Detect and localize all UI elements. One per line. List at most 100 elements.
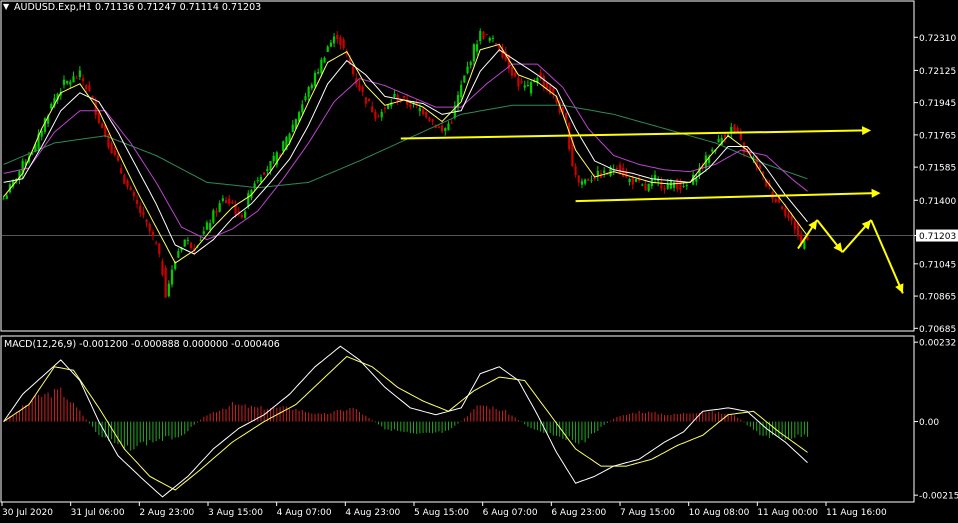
candle-body <box>304 96 307 101</box>
candle-body <box>517 77 520 87</box>
candle-body <box>135 200 139 205</box>
price-tick-label: 0.71045 <box>919 260 956 270</box>
price-tick-label: 0.70685 <box>919 325 956 335</box>
candle-body <box>790 216 793 221</box>
candle-body <box>774 199 777 203</box>
candle-body <box>590 180 593 182</box>
price-tick-label: 0.71765 <box>919 131 956 141</box>
arrow-head <box>808 220 818 230</box>
candle-body <box>466 66 469 74</box>
candle-body <box>593 177 596 180</box>
candle-body <box>672 182 676 188</box>
candle-body <box>339 37 342 46</box>
macd-tick-label: 0.00232 <box>919 339 956 349</box>
candle-body <box>66 80 69 84</box>
trading-chart: 0.72310 0.72125 0.71945 0.71765 0.71585 0.714… <box>0 0 958 519</box>
candle-body <box>383 107 387 109</box>
candle-body <box>81 78 85 82</box>
arrow-head <box>871 188 881 198</box>
candle-body <box>88 85 91 92</box>
candle-body <box>317 71 320 74</box>
candle-body <box>796 223 800 237</box>
candle-body <box>218 203 221 212</box>
candle-body <box>529 82 533 94</box>
candle-body <box>139 205 142 213</box>
candle-body <box>358 84 361 91</box>
candle-body <box>520 81 523 84</box>
candle-body <box>224 199 228 203</box>
current-price-label: 0.71203 <box>919 232 956 242</box>
candle-body <box>485 33 488 35</box>
candle-body <box>479 30 482 42</box>
candle-body <box>342 39 345 49</box>
forecast-segment <box>870 219 904 294</box>
candle-body <box>444 128 447 132</box>
candle-body <box>256 180 259 182</box>
candle-body <box>460 84 463 98</box>
candle-body <box>695 178 698 182</box>
candle-body <box>587 178 590 181</box>
time-tick-label: 6 Aug 23:00 <box>551 508 606 518</box>
candle-body <box>263 172 266 175</box>
candle-body <box>663 187 666 190</box>
candle-body <box>628 178 631 183</box>
candle-body <box>40 130 43 137</box>
candle-body <box>215 210 218 213</box>
candle-body <box>167 283 170 297</box>
candle-body <box>615 168 618 170</box>
candle-body <box>212 210 215 223</box>
time-tick-label: 4 Aug 23:00 <box>345 508 400 518</box>
candle-body <box>2 198 5 200</box>
candle-body <box>447 123 450 131</box>
candle-body <box>186 239 190 241</box>
candle-body <box>367 98 371 102</box>
candle-body <box>158 243 161 255</box>
candle-body <box>161 261 164 275</box>
chart-title: AUDUSD.Exp,H1 0.71136 0.71247 0.71114 0.… <box>14 2 262 13</box>
time-tick-label: 7 Aug 15:00 <box>620 508 675 518</box>
candle-body <box>393 93 396 97</box>
candle-body <box>364 97 367 104</box>
price-tick-label: 0.72125 <box>919 67 956 77</box>
symbol-dropdown-icon[interactable]: ▼ <box>3 2 9 11</box>
time-tick-label: 30 Jul 2020 <box>2 508 53 518</box>
candle-body <box>622 167 625 177</box>
candle-body <box>793 221 796 230</box>
candle-body <box>199 239 202 241</box>
candle-body <box>682 185 685 187</box>
candle-body <box>631 177 634 185</box>
price-tick-label: 0.72310 <box>919 34 956 44</box>
candle-body <box>310 84 313 89</box>
candle-body <box>78 70 81 78</box>
time-tick-label: 5 Aug 15:00 <box>414 508 469 518</box>
candle-body <box>282 141 285 152</box>
candle-body <box>514 72 517 77</box>
candle-body <box>371 106 374 113</box>
candle-body <box>5 195 8 199</box>
candle-body <box>221 198 224 201</box>
candle-body <box>475 44 479 52</box>
candle-body <box>781 206 784 209</box>
price-tick-label: 0.71945 <box>919 99 956 109</box>
candle-body <box>151 231 155 236</box>
price-tick-label: 0.70865 <box>919 293 956 303</box>
time-tick-label: 31 Jul 06:00 <box>71 508 125 518</box>
candle-body <box>129 187 132 191</box>
candle-body <box>183 239 186 247</box>
time-tick-label: 10 Aug 08:00 <box>689 508 750 518</box>
candle-body <box>428 117 431 121</box>
candle-body <box>202 231 205 234</box>
macd-panel-frame <box>0 335 915 503</box>
candle-body <box>469 61 472 66</box>
candle-body <box>396 94 399 102</box>
candle-body <box>123 175 126 184</box>
candle-body <box>113 150 116 155</box>
candle-body <box>523 85 526 88</box>
candle-body <box>148 223 151 232</box>
macd-tick-label: -0.00215 <box>919 492 958 502</box>
candle-body <box>450 122 453 124</box>
macd-title: MACD(12,26,9) -0.001200 -0.000888 0.0000… <box>4 339 280 350</box>
time-tick-label: 4 Aug 07:00 <box>277 508 332 518</box>
price-tick-label: 0.71585 <box>919 164 956 174</box>
candle-body <box>72 76 75 83</box>
